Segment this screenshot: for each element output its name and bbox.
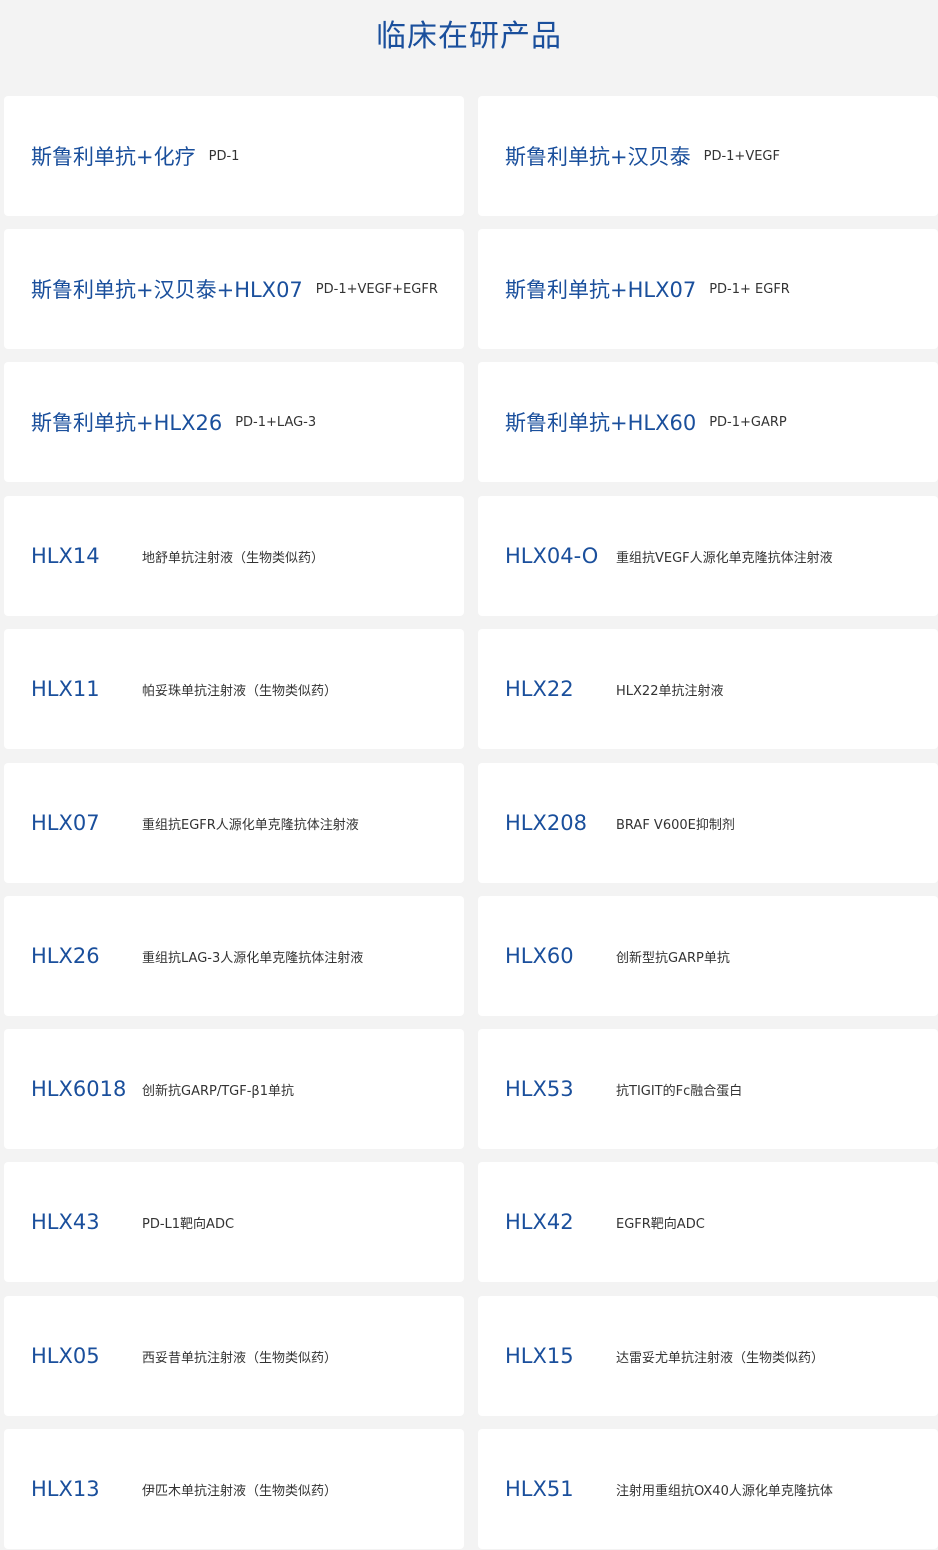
product-card[interactable]: HLX07 重组抗EGFR人源化单克隆抗体注射液 [4, 763, 464, 883]
product-card[interactable]: 斯鲁利单抗+HLX60 PD-1+GARP [478, 362, 938, 482]
product-name: 斯鲁利单抗+HLX60 [505, 411, 697, 435]
product-name: HLX6018 [31, 1077, 127, 1101]
product-description: PD-1 [208, 148, 240, 164]
product-description: 达雷妥尤单抗注射液（生物类似药） [616, 1350, 825, 1366]
product-description: 伊匹木单抗注射液（生物类似药） [142, 1483, 338, 1499]
product-name: 斯鲁利单抗+HLX07 [505, 278, 697, 302]
product-card[interactable]: HLX05 西妥昔单抗注射液（生物类似药） [4, 1296, 464, 1416]
product-card[interactable]: HLX04-O 重组抗VEGF人源化单克隆抗体注射液 [478, 496, 938, 616]
product-card[interactable]: HLX13 伊匹木单抗注射液（生物类似药） [4, 1429, 464, 1549]
product-card[interactable]: HLX60 创新型抗GARP单抗 [478, 896, 938, 1016]
product-card[interactable]: HLX15 达雷妥尤单抗注射液（生物类似药） [478, 1296, 938, 1416]
product-card[interactable]: HLX51 注射用重组抗OX40人源化单克隆抗体 [478, 1429, 938, 1549]
product-name: HLX208 [505, 811, 587, 835]
product-name: HLX53 [505, 1077, 574, 1101]
product-description: 重组抗LAG-3人源化单克隆抗体注射液 [142, 950, 364, 966]
product-card[interactable]: 斯鲁利单抗+化疗 PD-1 [4, 96, 464, 216]
page-title: 临床在研产品 [376, 19, 562, 54]
product-name: HLX43 [31, 1210, 100, 1234]
product-name: HLX13 [31, 1477, 100, 1501]
product-name: HLX26 [31, 944, 100, 968]
product-name: HLX04-O [505, 544, 599, 568]
product-description: PD-1+LAG-3 [235, 414, 317, 430]
product-description: 重组抗VEGF人源化单克隆抗体注射液 [616, 550, 833, 566]
product-name: HLX05 [31, 1344, 100, 1368]
product-description: PD-1+GARP [709, 414, 787, 430]
product-description: 西妥昔单抗注射液（生物类似药） [142, 1350, 338, 1366]
product-description: HLX22单抗注射液 [616, 683, 724, 699]
product-description: 帕妥珠单抗注射液（生物类似药） [142, 683, 338, 699]
product-description: 抗TIGIT的Fc融合蛋白 [616, 1083, 743, 1099]
product-card[interactable]: 斯鲁利单抗+汉贝泰+HLX07 PD-1+VEGF+EGFR [4, 229, 464, 349]
product-card[interactable]: HLX208 BRAF V600E抑制剂 [478, 763, 938, 883]
product-card[interactable]: HLX14 地舒单抗注射液（生物类似药） [4, 496, 464, 616]
product-name: HLX51 [505, 1477, 574, 1501]
product-description: PD-1+VEGF+EGFR [315, 281, 438, 297]
product-card[interactable]: HLX53 抗TIGIT的Fc融合蛋白 [478, 1029, 938, 1149]
product-name: 斯鲁利单抗+汉贝泰 [505, 145, 691, 169]
product-name: HLX07 [31, 811, 100, 835]
product-name: 斯鲁利单抗+HLX26 [31, 411, 223, 435]
product-card[interactable]: 斯鲁利单抗+HLX26 PD-1+LAG-3 [4, 362, 464, 482]
product-description: EGFR靶向ADC [616, 1216, 705, 1232]
product-description: 重组抗EGFR人源化单克隆抗体注射液 [142, 817, 359, 833]
product-card[interactable]: HLX6018 创新抗GARP/TGF-β1单抗 [4, 1029, 464, 1149]
product-name: 斯鲁利单抗+汉贝泰+HLX07 [31, 278, 303, 302]
product-description: PD-1+VEGF [703, 148, 780, 164]
product-card[interactable]: HLX42 EGFR靶向ADC [478, 1162, 938, 1282]
product-description: 注射用重组抗OX40人源化单克隆抗体 [616, 1483, 833, 1499]
product-description: 创新抗GARP/TGF-β1单抗 [142, 1083, 294, 1099]
product-name: HLX15 [505, 1344, 574, 1368]
product-card[interactable]: HLX22 HLX22单抗注射液 [478, 629, 938, 749]
product-card[interactable]: 斯鲁利单抗+汉贝泰 PD-1+VEGF [478, 96, 938, 216]
product-description: 创新型抗GARP单抗 [616, 950, 730, 966]
product-description: PD-1+ EGFR [709, 281, 790, 297]
product-description: 地舒单抗注射液（生物类似药） [142, 550, 325, 566]
product-name: HLX60 [505, 944, 574, 968]
product-card[interactable]: HLX43 PD-L1靶向ADC [4, 1162, 464, 1282]
product-card[interactable]: HLX11 帕妥珠单抗注射液（生物类似药） [4, 629, 464, 749]
product-description: PD-L1靶向ADC [142, 1216, 235, 1232]
product-card[interactable]: 斯鲁利单抗+HLX07 PD-1+ EGFR [478, 229, 938, 349]
product-name: 斯鲁利单抗+化疗 [31, 145, 196, 169]
product-name: HLX42 [505, 1210, 574, 1234]
product-name: HLX14 [31, 544, 100, 568]
product-name: HLX11 [31, 677, 100, 701]
product-description: BRAF V600E抑制剂 [616, 817, 735, 833]
product-card[interactable]: HLX26 重组抗LAG-3人源化单克隆抗体注射液 [4, 896, 464, 1016]
product-name: HLX22 [505, 677, 574, 701]
